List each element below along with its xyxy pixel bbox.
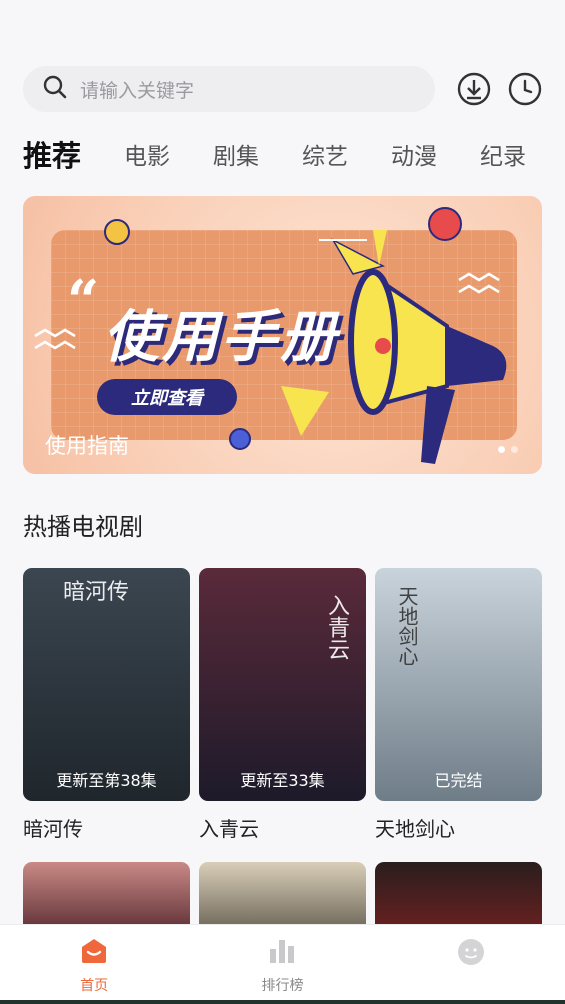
section-title: 热播电视剧 [23,513,143,541]
category-tabs: 推荐 电影 剧集 综艺 动漫 纪录 [23,132,565,176]
tab-recommend[interactable]: 推荐 [23,133,81,175]
drama-poster[interactable]: 天地剑心 已完结 [375,568,542,801]
nav-label: 排行榜 [261,978,304,994]
drama-status: 更新至33集 [240,771,325,790]
drama-title[interactable]: 入青云 [199,813,366,842]
tab-movies[interactable]: 电影 [124,137,170,171]
drama-status: 已完结 [434,771,483,790]
system-gesture-bar [0,1000,565,1004]
tab-variety[interactable]: 综艺 [302,137,348,171]
download-icon[interactable] [456,71,492,107]
banner-quote-mark: “ [67,268,100,334]
drama-card[interactable]: 入青云 更新至33集 入青云 [199,568,366,842]
drama-title[interactable]: 天地剑心 [375,813,542,842]
nav-home[interactable]: 首页 [0,925,188,1000]
history-clock-icon[interactable] [507,71,543,107]
drama-poster[interactable] [199,862,366,932]
carousel-dot[interactable] [511,446,518,453]
nav-label: 首页 [80,978,109,994]
banner-caption: 使用指南 [45,434,129,458]
poster-title-art: 天地剑心 [395,586,419,666]
search-icon [43,75,67,103]
tab-anime[interactable]: 动漫 [391,137,437,171]
home-icon [79,937,109,969]
drama-card[interactable]: 天地剑心 已完结 天地剑心 [375,568,542,842]
search-row: 请输入关键字 [23,66,547,112]
drama-poster[interactable] [23,862,190,932]
banner-view-button[interactable]: 立即查看 [97,379,237,415]
drama-status: 更新至第38集 [56,771,157,790]
banner-title: 使用手册 [103,305,339,370]
tab-documentary[interactable]: 纪录 [480,137,526,171]
drama-poster[interactable]: 入青云 更新至33集 [199,568,366,801]
carousel-dot[interactable] [498,446,505,453]
nav-profile[interactable] [377,925,565,1000]
carousel-indicator [498,446,518,453]
bottom-navigation: 首页 排行榜 [0,924,565,1000]
drama-title[interactable]: 暗河传 [23,813,190,842]
drama-grid-row-2 [23,862,542,932]
drama-poster[interactable]: 暗河传 更新至第38集 [23,568,190,801]
tab-series[interactable]: 剧集 [213,137,259,171]
drama-poster[interactable] [375,862,542,932]
search-placeholder: 请输入关键字 [80,79,195,102]
drama-card[interactable]: 暗河传 更新至第38集 暗河传 [23,568,190,842]
nav-ranking[interactable]: 排行榜 [188,925,376,1000]
profile-face-icon [456,937,486,971]
banner-carousel[interactable]: “ 使用手册 立即查看 使用指南 [23,196,542,474]
search-input[interactable]: 请输入关键字 [23,66,435,112]
poster-title-art: 入青云 [324,594,349,660]
ranking-chart-icon [267,937,297,969]
poster-title-art: 暗河传 [63,580,130,605]
